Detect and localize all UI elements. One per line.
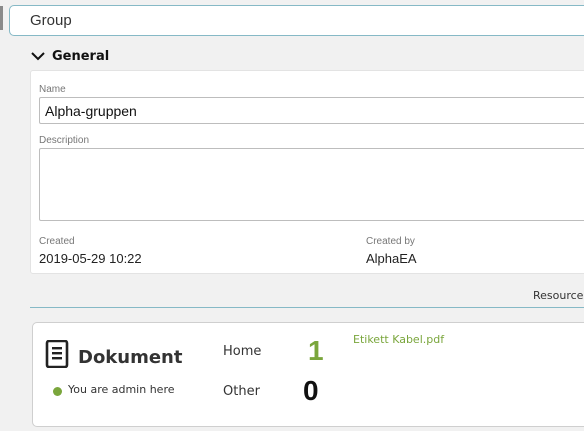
other-count: 0 [303,375,319,406]
group-title-bar: Group [9,5,584,36]
resource-card-dokument[interactable]: Dokument You are admin here Home 1 Other… [32,322,584,427]
general-card: Name Alpha-gruppen Description Created 2… [30,70,584,274]
left-edge-rule [0,6,3,30]
document-icon [45,340,69,368]
description-label: Description [39,135,90,146]
general-section-toggle[interactable]: General [30,46,109,66]
section-divider [30,307,584,308]
chevron-down-icon [31,52,45,61]
file-link[interactable]: Etikett Kabel.pdf [353,333,444,346]
home-label: Home [223,344,262,359]
name-label: Name [39,84,66,95]
admin-status-text: You are admin here [68,383,175,396]
resource-title: Dokument [78,347,183,368]
status-dot-icon [53,387,62,396]
created-label: Created [39,236,75,247]
other-label: Other [223,384,260,399]
name-field[interactable]: Alpha-gruppen [39,97,584,124]
created-by-value: AlphaEA [366,251,417,266]
home-count: 1 [308,335,324,366]
page-title: Group [30,12,72,29]
resources-label: Resources [533,289,584,302]
description-field[interactable] [39,148,584,221]
created-by-label: Created by [366,236,415,247]
section-title: General [52,48,110,64]
created-value: 2019-05-29 10:22 [39,251,142,266]
name-field-value: Alpha-gruppen [45,102,137,119]
